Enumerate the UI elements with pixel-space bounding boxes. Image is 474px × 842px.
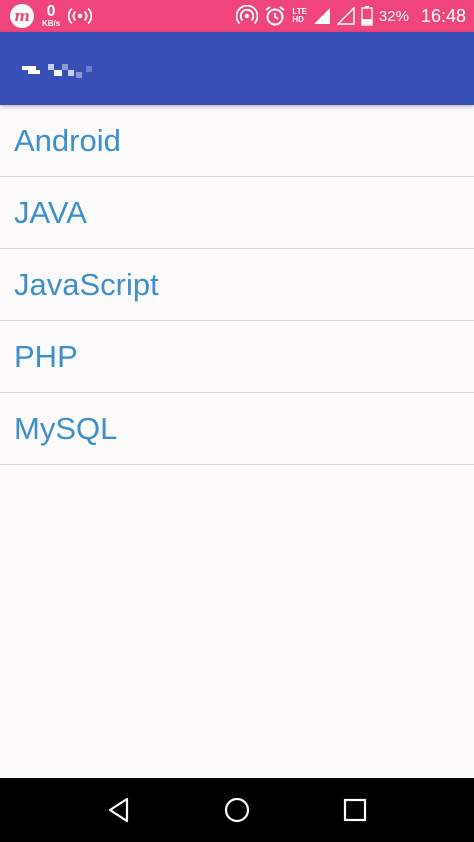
signal-icon-secondary (336, 7, 355, 25)
net-speed: 0 KB/s (42, 4, 60, 28)
language-list: Android JAVA JavaScript PHP MySQL (0, 105, 474, 465)
home-icon (224, 797, 250, 823)
net-speed-unit: KB/s (42, 19, 61, 28)
alarm-icon (264, 5, 286, 27)
list-item-android[interactable]: Android (0, 105, 474, 177)
app-title-logo (22, 60, 94, 89)
broadcast-icon (68, 7, 93, 25)
list-item-label: JavaScript (14, 266, 159, 302)
list-item-javascript[interactable]: JavaScript (0, 249, 474, 321)
list-item-label: JAVA (14, 194, 87, 230)
navigation-bar (0, 778, 474, 842)
network-type: LTE HD (292, 8, 307, 24)
status-bar: m 0 KB/s LTE HD 32% 16:48 (0, 0, 474, 32)
list-item-mysql[interactable]: MySQL (0, 393, 474, 465)
back-button[interactable] (95, 786, 143, 834)
battery-icon (361, 6, 373, 26)
list-item-label: MySQL (14, 410, 118, 446)
list-item-label: Android (14, 122, 121, 158)
recents-button[interactable] (331, 786, 379, 834)
back-icon (108, 797, 129, 823)
net-speed-value: 0 (46, 3, 56, 20)
list-item-php[interactable]: PHP (0, 321, 474, 393)
recents-icon (343, 798, 367, 822)
battery-percent: 32% (378, 7, 409, 25)
app-bar (0, 32, 474, 105)
network-sub-label: HD (292, 15, 304, 24)
signal-icon (313, 7, 331, 25)
list-item-java[interactable]: JAVA (0, 177, 474, 249)
list-item-label: PHP (14, 338, 78, 374)
home-button[interactable] (213, 786, 261, 834)
status-right: LTE HD 32% 16:48 (236, 5, 466, 27)
clock: 16:48 (420, 5, 466, 26)
status-left: m 0 KB/s (10, 4, 93, 28)
hotspot-icon (236, 5, 259, 27)
app-notification-icon: m (10, 4, 34, 28)
